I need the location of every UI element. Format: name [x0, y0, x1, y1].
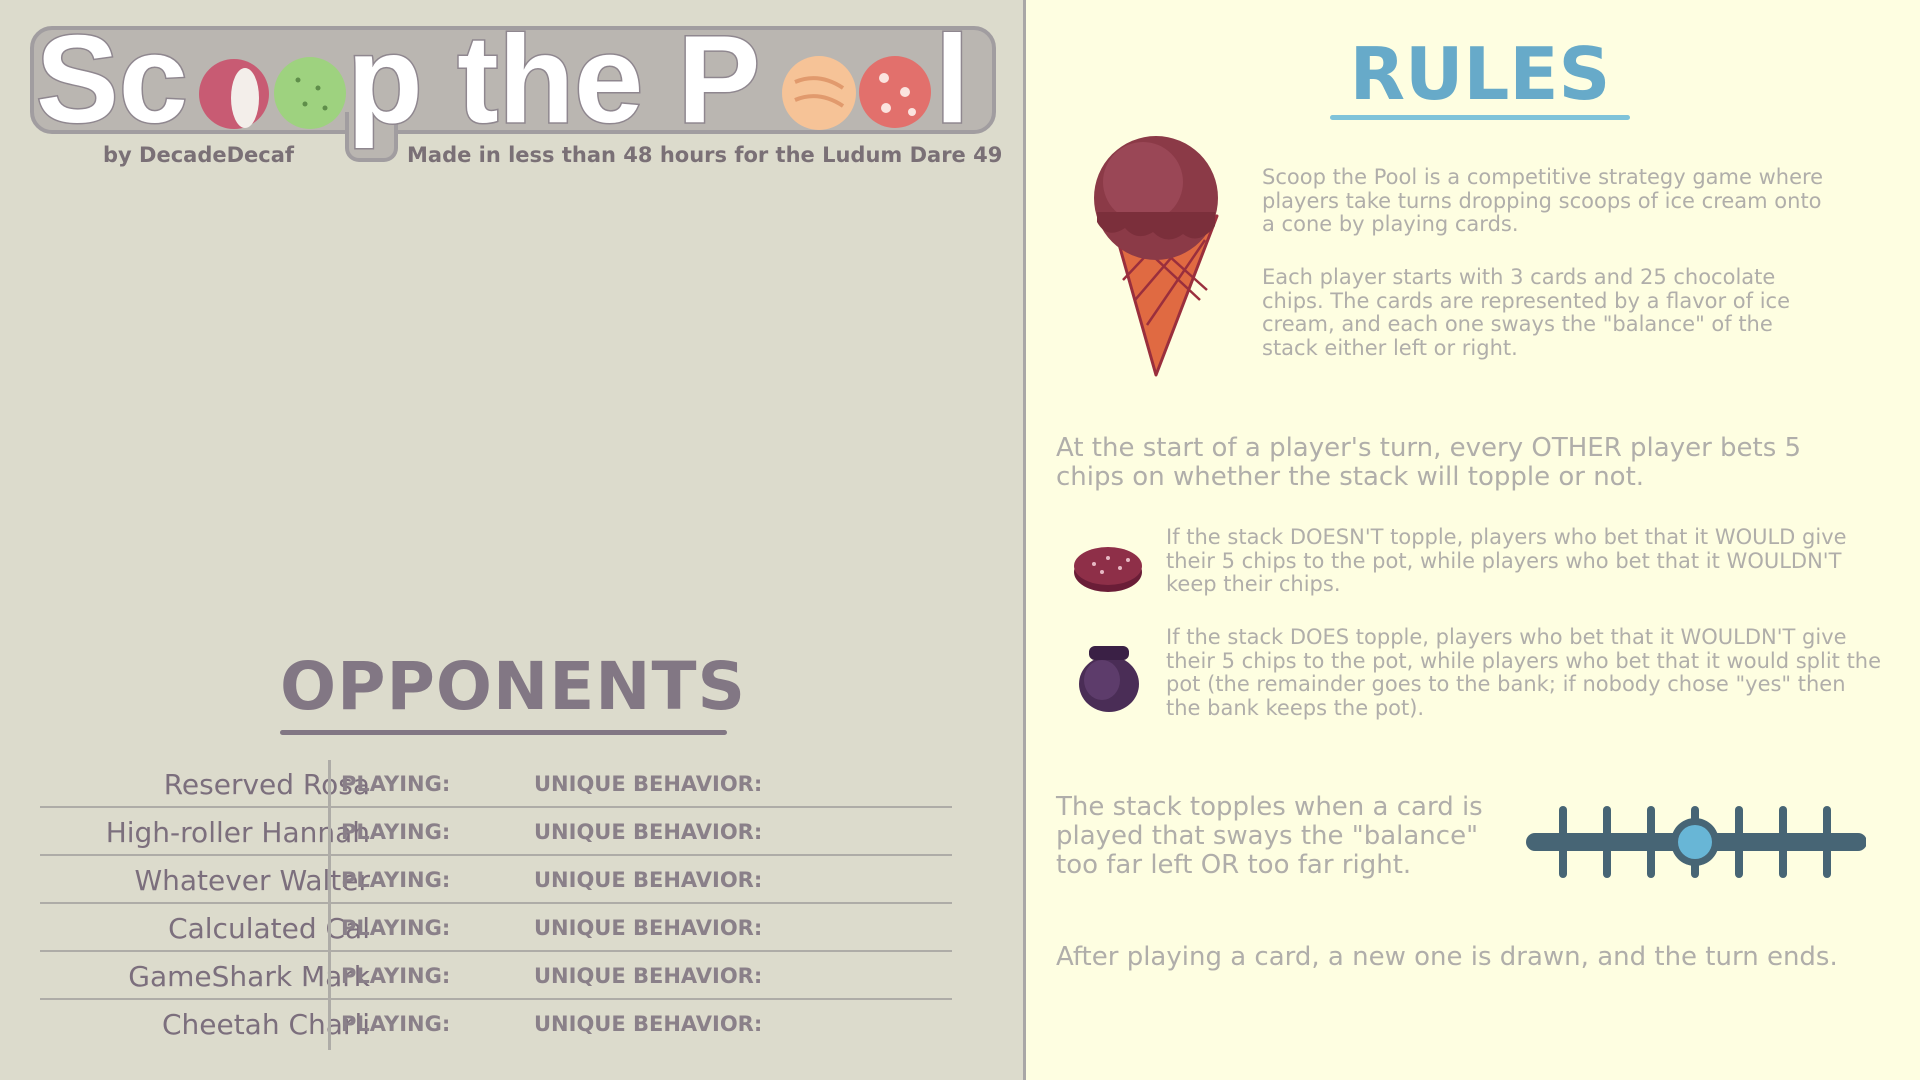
opponent-unique-behavior-label: UNIQUE BEHAVIOR:	[534, 1012, 763, 1036]
rules-intro-1: Scoop the Pool is a competitive strategy…	[1262, 165, 1824, 237]
opponent-name: Cheetah Charli	[161, 1008, 370, 1041]
opponent-unique-behavior-label: UNIQUE BEHAVIOR:	[534, 772, 763, 796]
opponent-unique-behavior-label: UNIQUE BEHAVIOR:	[534, 868, 763, 892]
rules-heading-underline	[1330, 115, 1630, 120]
peach-scoop-icon	[782, 56, 856, 130]
logo-text-sc: Sc	[36, 11, 188, 149]
opponents-table: Reserved Rosa PLAYING: UNIQUE BEHAVIOR: Hig…	[40, 760, 952, 1048]
opponent-playing-label: PLAYING:	[341, 964, 451, 988]
opponent-playing-label: PLAYING:	[341, 772, 451, 796]
opponent-row: Whatever Walter PLAYING: UNIQUE BEHAVIOR:	[40, 856, 952, 904]
author-credit: by DecadeDecaf	[103, 143, 295, 167]
pot-icon	[1079, 646, 1139, 712]
rules-topple: If the stack DOES topple, players who be…	[1166, 625, 1882, 720]
opponent-row: High-roller Hannah PLAYING: UNIQUE BEHAVIO…	[40, 808, 952, 856]
opponents-heading-underline	[280, 730, 727, 735]
opponent-playing-label: PLAYING:	[341, 1012, 451, 1036]
rules-intro-2: Each player starts with 3 cards and 25 c…	[1262, 265, 1791, 360]
opponent-row: Cheetah Charli PLAYING: UNIQUE BEHAVIOR:	[40, 1000, 952, 1048]
opponent-unique-behavior-label: UNIQUE BEHAVIOR:	[534, 820, 763, 844]
opponent-unique-behavior-label: UNIQUE BEHAVIOR:	[534, 964, 763, 988]
opponent-name: GameShark Mark	[128, 960, 370, 993]
opponent-playing-label: PLAYING:	[341, 916, 451, 940]
opponent-name: Reserved Rosa	[163, 768, 370, 801]
ice-cream-cone-icon	[1094, 136, 1219, 377]
opponent-playing-label: PLAYING:	[341, 820, 451, 844]
mint-scoop-icon	[274, 57, 346, 129]
opponent-playing-label: PLAYING:	[341, 868, 451, 892]
logo-text-l: l	[935, 11, 969, 149]
rules-end-turn: After playing a card, a new one is drawn…	[1056, 942, 1838, 972]
opponent-name: Whatever Walter	[134, 864, 370, 897]
opponent-row: GameShark Mark PLAYING: UNIQUE BEHAVIOR:	[40, 952, 952, 1000]
rules-heading: RULES	[1349, 32, 1611, 116]
opponents-heading: OPPONENTS	[280, 648, 747, 725]
opponents-table-divider	[328, 760, 331, 1050]
strawberry-chip-scoop-icon	[859, 56, 931, 128]
rules-betting: At the start of a player's turn, every O…	[1056, 433, 1802, 493]
opponent-unique-behavior-label: UNIQUE BEHAVIOR:	[534, 916, 763, 940]
rules-no-topple: If the stack DOESN'T topple, players who…	[1166, 525, 1847, 597]
opponent-row: Reserved Rosa PLAYING: UNIQUE BEHAVIOR:	[40, 760, 952, 808]
opponent-name: Calculated Cal	[168, 912, 370, 945]
balance-meter-icon	[1526, 806, 1866, 878]
chip-icon	[1074, 547, 1142, 592]
opponent-row: Calculated Cal PLAYING: UNIQUE BEHAVIOR:	[40, 904, 952, 952]
jam-credit: Made in less than 48 hours for the Ludum…	[407, 143, 1003, 167]
logo-text-p-the-p: p the P	[347, 11, 760, 149]
rules-balance: The stack topples when a card is played …	[1056, 792, 1483, 881]
